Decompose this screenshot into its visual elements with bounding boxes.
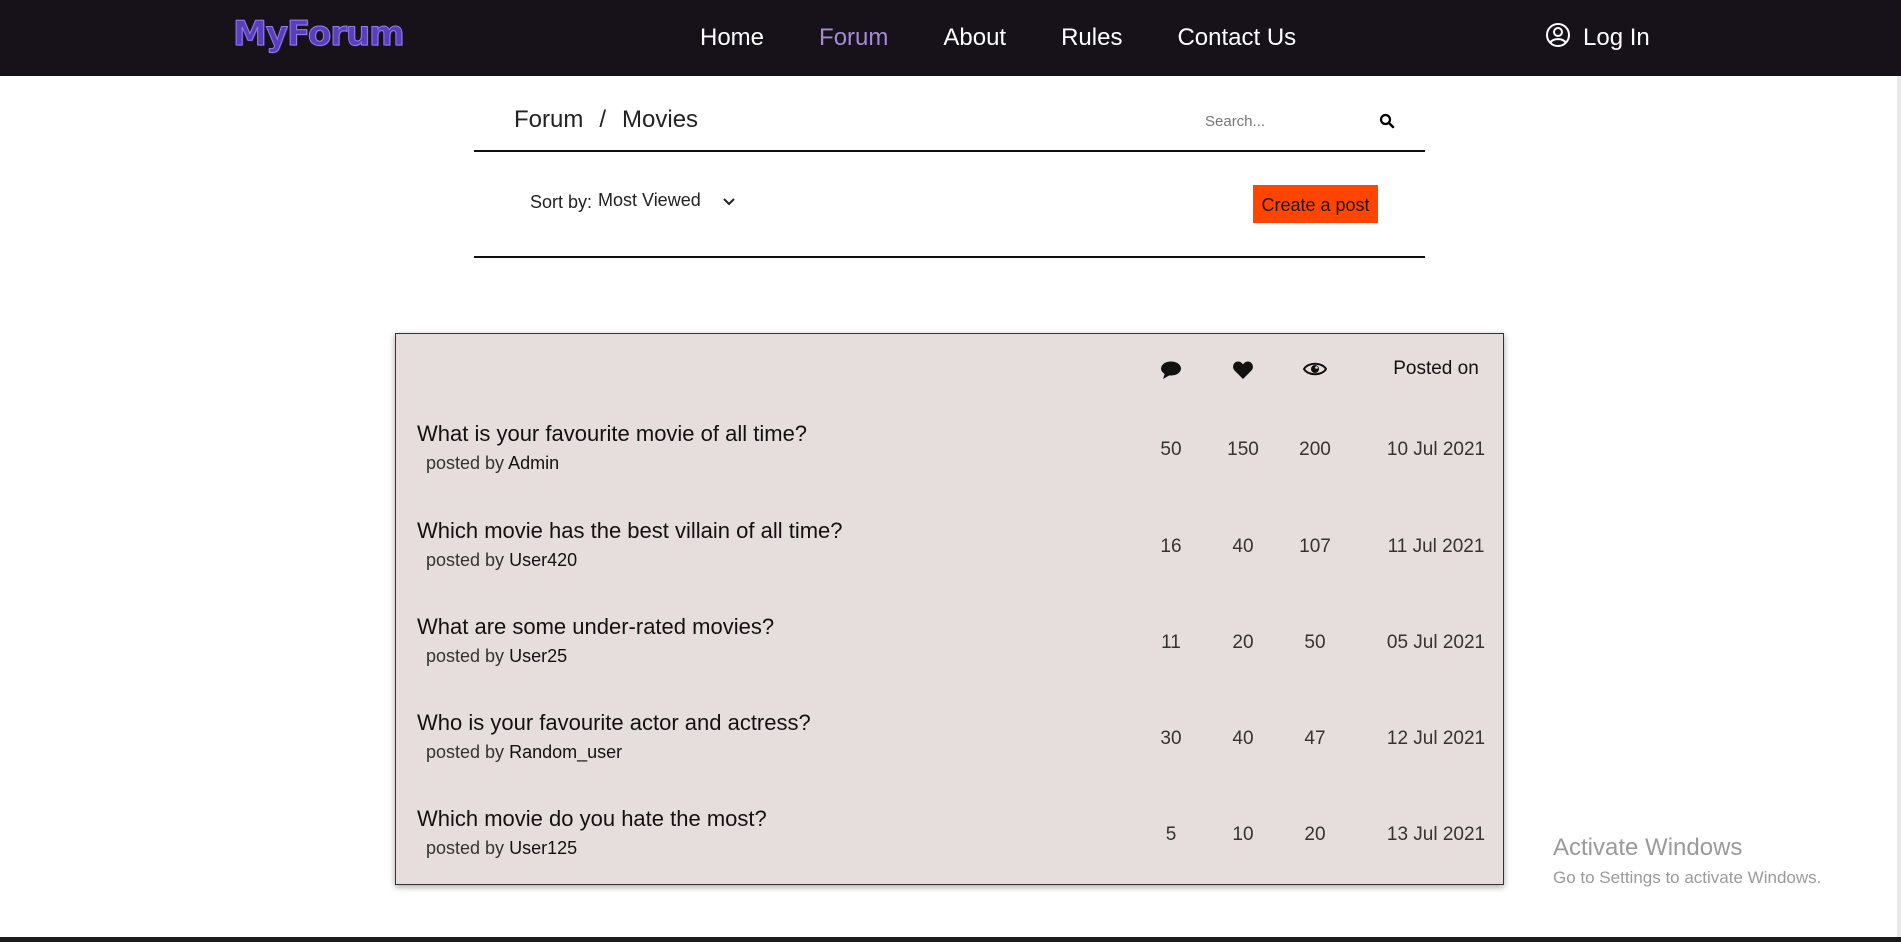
post-title-link[interactable]: Who is your favourite actor and actress? [417, 710, 811, 736]
top-navbar: MyForum Home Forum About Rules Contact U… [0, 0, 1901, 76]
posted-by-prefix: posted by [426, 742, 505, 762]
table-row: Which movie do you hate the most? posted… [396, 806, 1503, 876]
watermark-title: Activate Windows [1553, 834, 1743, 861]
post-author-link[interactable]: Admin [508, 453, 559, 473]
login-button[interactable]: Log In [1545, 0, 1650, 76]
nav-about-link[interactable]: About [943, 24, 1006, 52]
sort-selected-value: Most Viewed [598, 190, 701, 210]
search-input[interactable] [1205, 112, 1365, 130]
comment-count: 11 [1161, 632, 1181, 653]
view-count: 200 [1299, 439, 1331, 460]
eye-icon [1285, 358, 1345, 378]
user-circle-icon [1545, 22, 1583, 55]
comment-count: 50 [1160, 439, 1182, 460]
comment-count: 16 [1160, 536, 1182, 557]
post-meta: posted by Random_user [426, 742, 622, 763]
posted-by-prefix: posted by [426, 453, 505, 473]
nav-links: Home Forum About Rules Contact Us [700, 0, 1351, 76]
post-title-link[interactable]: Which movie has the best villain of all … [417, 518, 843, 544]
posted-by-prefix: posted by [426, 646, 505, 666]
post-meta: posted by User420 [426, 550, 577, 571]
nav-contact-link[interactable]: Contact Us [1177, 24, 1296, 52]
post-author-link[interactable]: User420 [509, 550, 577, 570]
breadcrumb-current: Movies [622, 106, 699, 133]
nav-rules-link[interactable]: Rules [1061, 24, 1122, 52]
breadcrumb: Forum / Movies [514, 106, 698, 134]
post-author-link[interactable]: User25 [509, 646, 567, 666]
create-post-button[interactable]: Create a post [1253, 185, 1378, 223]
post-meta: posted by Admin [426, 453, 559, 474]
comment-count: 30 [1160, 728, 1182, 749]
post-author-link[interactable]: Random_user [509, 742, 622, 762]
post-title-link[interactable]: Which movie do you hate the most? [417, 806, 767, 832]
post-meta: posted by User25 [426, 646, 567, 667]
scrollbar-track[interactable] [1897, 76, 1901, 942]
post-title-link[interactable]: What is your favourite movie of all time… [417, 421, 807, 447]
like-count: 150 [1227, 439, 1259, 460]
post-author-link[interactable]: User125 [509, 838, 577, 858]
watermark-subtitle: Go to Settings to activate Windows. [1553, 868, 1822, 887]
sort-dropdown[interactable]: Most Viewed [598, 190, 735, 211]
table-header: Posted on [396, 354, 1503, 388]
posted-by-prefix: posted by [426, 838, 505, 858]
table-row: What is your favourite movie of all time… [396, 421, 1503, 491]
like-count: 10 [1232, 824, 1254, 845]
heart-icon [1213, 358, 1273, 380]
comment-count: 5 [1165, 824, 1177, 845]
table-row: Who is your favourite actor and actress?… [396, 710, 1503, 780]
bottom-edge [0, 937, 1901, 942]
table-row: What are some under-rated movies? posted… [396, 614, 1503, 684]
search-box [1205, 106, 1405, 136]
sort-bar: Sort by: Most Viewed Create a post [474, 152, 1425, 258]
nav-forum-link[interactable]: Forum [819, 24, 888, 52]
posted-by-prefix: posted by [426, 550, 505, 570]
post-date: 12 Jul 2021 [1386, 728, 1486, 749]
nav-home-link[interactable]: Home [700, 24, 764, 52]
posted-on-header: Posted on [1393, 358, 1479, 379]
post-date: 13 Jul 2021 [1386, 824, 1486, 845]
chevron-down-icon [723, 190, 735, 211]
view-count: 50 [1304, 632, 1326, 653]
post-date: 05 Jul 2021 [1386, 632, 1486, 653]
comment-icon [1151, 358, 1191, 380]
search-icon[interactable] [1379, 113, 1395, 129]
post-date: 11 Jul 2021 [1387, 536, 1485, 557]
table-row: Which movie has the best villain of all … [396, 518, 1503, 588]
breadcrumb-forum-link[interactable]: Forum [514, 106, 583, 134]
like-count: 40 [1232, 728, 1254, 749]
activate-windows-watermark: Activate Windows Go to Settings to activ… [1553, 834, 1821, 888]
login-label: Log In [1583, 24, 1650, 51]
posts-table: Posted on What is your favourite movie o… [395, 333, 1504, 885]
sort-label: Sort by: [530, 192, 593, 212]
view-count: 47 [1304, 728, 1326, 749]
post-date: 10 Jul 2021 [1386, 439, 1486, 460]
post-meta: posted by User125 [426, 838, 577, 859]
brand-logo[interactable]: MyForum [233, 14, 406, 55]
breadcrumb-bar: Forum / Movies [474, 96, 1425, 152]
post-title-link[interactable]: What are some under-rated movies? [417, 614, 774, 640]
like-count: 40 [1232, 536, 1254, 557]
view-count: 107 [1299, 536, 1331, 557]
view-count: 20 [1304, 824, 1326, 845]
breadcrumb-separator: / [599, 106, 607, 133]
like-count: 20 [1232, 632, 1254, 653]
